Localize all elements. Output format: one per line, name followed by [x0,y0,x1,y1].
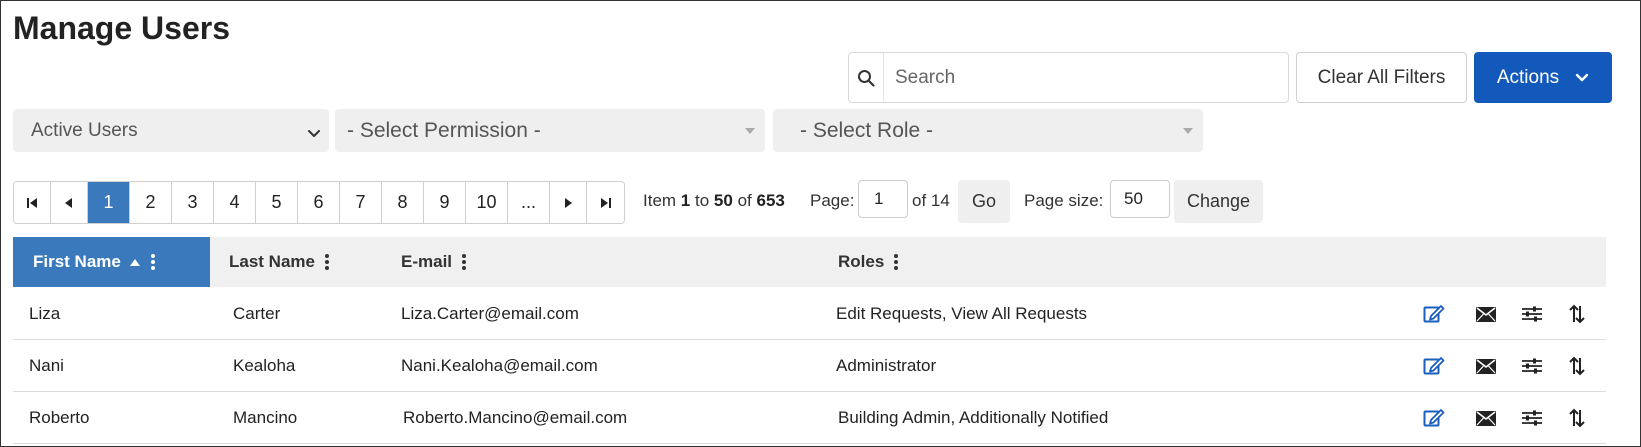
search-divider [883,53,884,102]
status-filter-value: Active Users [31,119,138,141]
sort-ascending-icon [129,252,141,272]
pagination: 1 2 3 4 5 6 7 8 9 10 ... [13,181,625,224]
page-button[interactable]: 7 [340,182,382,223]
cell-first-name: Roberto [29,408,90,427]
page-button[interactable]: 1 [88,182,130,223]
cell-roles: Building Admin, Additionally Notified [838,408,1109,427]
table-row[interactable]: Nani Kealoha Nani.Kealoha@email.com Admi… [13,340,1606,392]
cell-first-name: Nani [29,356,64,375]
edit-icon[interactable] [1422,406,1446,430]
actions-button-label: Actions [1496,66,1560,88]
column-header-roles[interactable]: Roles [838,237,899,287]
item-range-info: Item 1 to 50 of 653 [643,191,785,211]
mail-icon[interactable] [1474,354,1498,378]
cell-roles: Edit Requests, View All Requests [836,304,1088,323]
last-page-icon [600,197,611,208]
column-header-first-name[interactable]: First Name [13,237,210,287]
cell-email: Roberto.Mancino@email.com [403,408,628,427]
search-box[interactable] [848,52,1289,103]
cell-last-name: Carter [233,304,281,323]
permission-filter-select[interactable]: - Select Permission - [335,109,765,152]
cell-email: Nani.Kealoha@email.com [401,356,598,375]
column-menu-icon[interactable] [150,254,155,270]
page-title: Manage Users [13,10,230,46]
column-header-label: Roles [838,252,885,271]
item-from: 1 [680,191,691,210]
page-button[interactable]: 6 [298,182,340,223]
clear-all-filters-button[interactable]: Clear All Filters [1296,52,1467,103]
column-header-email[interactable]: E-mail [401,237,467,287]
role-filter-select[interactable]: - Select Role - [773,109,1203,152]
item-to: 50 [713,191,733,210]
caret-down-icon [745,128,755,134]
prev-page-icon [65,197,72,208]
permission-filter-value: - Select Permission - [347,118,541,142]
item-total: 653 [756,191,785,210]
page-button[interactable]: 10 [466,182,508,223]
cell-first-name: Liza [29,304,61,323]
column-menu-icon[interactable] [324,254,329,270]
item-to-label: to [695,191,710,210]
chevron-down-icon [1575,67,1589,89]
page-number-input[interactable] [858,180,908,218]
table-header: First Name Last Name E-mail Roles [13,237,1606,287]
column-header-label: Last Name [229,252,315,271]
prev-page-button[interactable] [51,182,88,223]
search-input[interactable] [893,61,1273,94]
column-header-label: First Name [33,252,121,271]
page-label: Page: [810,191,855,210]
chevron-down-icon [307,123,321,145]
settings-sliders-icon[interactable] [1520,406,1544,430]
table-row[interactable]: Liza Carter Liza.Carter@email.com Edit R… [13,288,1606,340]
go-button[interactable]: Go [958,180,1010,223]
column-menu-icon[interactable] [894,254,899,270]
edit-icon[interactable] [1422,302,1446,326]
page-ellipsis-button[interactable]: ... [508,182,550,223]
role-filter-value: - Select Role - [800,118,934,142]
item-of-label: of [737,191,752,210]
cell-last-name: Kealoha [233,356,296,375]
page-button[interactable]: 8 [382,182,424,223]
change-page-size-button[interactable]: Change [1174,180,1263,223]
page-button[interactable]: 9 [424,182,466,223]
reorder-icon[interactable] [1565,302,1589,326]
mail-icon[interactable] [1474,406,1498,430]
page-button[interactable]: 5 [256,182,298,223]
page-button[interactable]: 4 [214,182,256,223]
column-menu-icon[interactable] [462,254,467,270]
settings-sliders-icon[interactable] [1520,302,1544,326]
status-filter-select[interactable]: Active Users [13,109,329,152]
first-page-icon [27,197,37,208]
settings-sliders-icon[interactable] [1520,354,1544,378]
reorder-icon[interactable] [1565,354,1589,378]
next-page-button[interactable] [550,182,587,223]
row-actions [1406,392,1606,444]
column-header-last-name[interactable]: Last Name [229,237,329,287]
edit-icon[interactable] [1422,354,1446,378]
table-row[interactable]: Roberto Mancino Roberto.Mancino@email.co… [13,392,1606,444]
caret-down-icon [1183,128,1193,134]
page-size-label: Page size: [1024,191,1104,210]
cell-last-name: Mancino [233,408,298,427]
item-prefix: Item [643,191,677,210]
first-page-button[interactable] [14,182,51,223]
page-count-label: of 14 [912,191,950,210]
page-button[interactable]: 3 [172,182,214,223]
cell-roles: Administrator [836,356,937,375]
last-page-button[interactable] [587,182,624,223]
row-actions [1406,340,1606,392]
page-size-input[interactable] [1110,180,1170,218]
search-icon [849,53,883,102]
cell-email: Liza.Carter@email.com [401,304,579,323]
page-button[interactable]: 2 [130,182,172,223]
actions-button[interactable]: Actions [1474,52,1612,103]
column-header-label: E-mail [401,252,453,271]
next-page-icon [565,197,572,208]
reorder-icon[interactable] [1565,406,1589,430]
row-actions [1406,288,1606,340]
mail-icon[interactable] [1474,302,1498,326]
